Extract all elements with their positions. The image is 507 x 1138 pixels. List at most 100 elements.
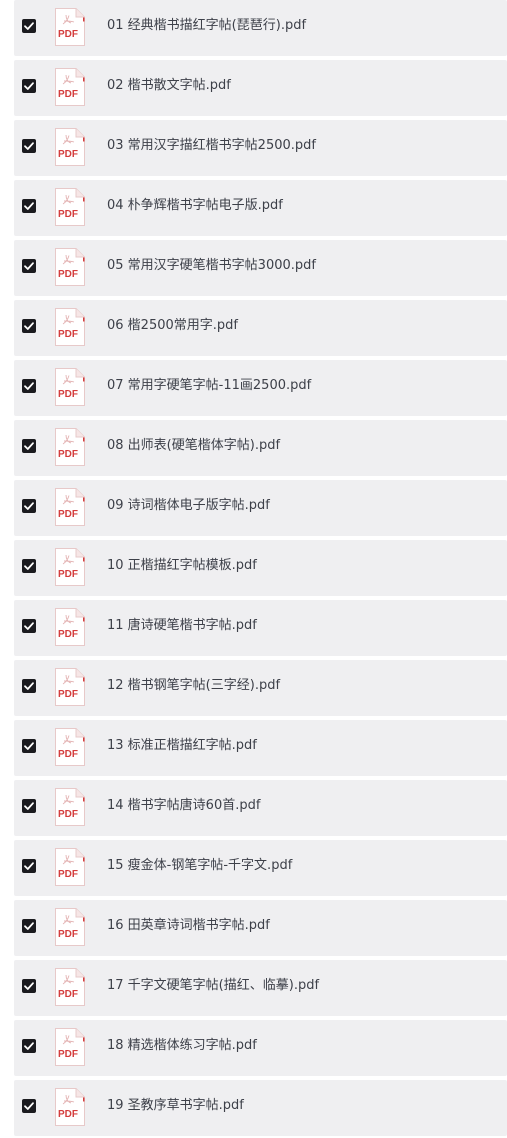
svg-text:PDF: PDF	[58, 689, 78, 700]
file-name: 12 楷书钢笔字帖(三字经).pdf	[107, 678, 281, 693]
file-list-item[interactable]: PDF 17 千字文硬笔字帖(描红、临摹).pdf	[14, 960, 507, 1016]
svg-text:PDF: PDF	[58, 1049, 78, 1060]
file-list-item[interactable]: PDF 16 田英章诗词楷书字帖.pdf	[14, 900, 507, 956]
pdf-file-icon: PDF	[55, 8, 85, 46]
checkbox-checked[interactable]	[22, 379, 36, 393]
checkbox-checked[interactable]	[22, 199, 36, 213]
file-list-item[interactable]: PDF 03 常用汉字描红楷书字帖2500.pdf	[14, 120, 507, 176]
file-list-item[interactable]: PDF 19 圣教序草书字帖.pdf	[14, 1080, 507, 1136]
pdf-file-icon: PDF	[55, 248, 85, 286]
pdf-file-icon: PDF	[55, 668, 85, 706]
svg-text:PDF: PDF	[58, 29, 78, 40]
file-list-item[interactable]: PDF 18 精选楷体练习字帖.pdf	[14, 1020, 507, 1076]
checkbox-checked[interactable]	[22, 439, 36, 453]
pdf-file-icon: PDF	[55, 548, 85, 586]
checkbox-checked[interactable]	[22, 739, 36, 753]
checkmark-icon	[24, 262, 34, 270]
checkbox-checked[interactable]	[22, 559, 36, 573]
pdf-file-icon: PDF	[55, 308, 85, 346]
file-list-item[interactable]: PDF 04 朴争辉楷书字帖电子版.pdf	[14, 180, 507, 236]
file-name: 16 田英章诗词楷书字帖.pdf	[107, 918, 270, 933]
file-name: 04 朴争辉楷书字帖电子版.pdf	[107, 198, 283, 213]
checkmark-icon	[24, 322, 34, 330]
file-name: 10 正楷描红字帖模板.pdf	[107, 558, 257, 573]
checkbox-checked[interactable]	[22, 79, 36, 93]
file-list: PDF 01 经典楷书描红字帖(琵琶行).pdf PDF 02 楷书散文字帖.pdf P…	[0, 0, 507, 1138]
checkbox-checked[interactable]	[22, 1099, 36, 1113]
checkbox-checked[interactable]	[22, 919, 36, 933]
checkmark-icon	[24, 442, 34, 450]
file-name: 01 经典楷书描红字帖(琵琶行).pdf	[107, 18, 307, 33]
checkbox-checked[interactable]	[22, 799, 36, 813]
file-list-item[interactable]: PDF 12 楷书钢笔字帖(三字经).pdf	[14, 660, 507, 716]
svg-text:PDF: PDF	[58, 209, 78, 220]
file-name: 14 楷书字帖唐诗60首.pdf	[107, 798, 261, 813]
svg-text:PDF: PDF	[58, 749, 78, 760]
checkbox-checked[interactable]	[22, 319, 36, 333]
file-list-item[interactable]: PDF 15 瘦金体-钢笔字帖-千字文.pdf	[14, 840, 507, 896]
pdf-file-icon: PDF	[55, 128, 85, 166]
svg-text:PDF: PDF	[58, 569, 78, 580]
file-list-item[interactable]: PDF 07 常用字硬笔字帖-11画2500.pdf	[14, 360, 507, 416]
checkbox-checked[interactable]	[22, 259, 36, 273]
checkmark-icon	[24, 1042, 34, 1050]
file-list-item[interactable]: PDF 10 正楷描红字帖模板.pdf	[14, 540, 507, 596]
pdf-file-icon: PDF	[55, 908, 85, 946]
svg-text:PDF: PDF	[58, 869, 78, 880]
file-list-item[interactable]: PDF 02 楷书散文字帖.pdf	[14, 60, 507, 116]
pdf-file-icon: PDF	[55, 968, 85, 1006]
svg-text:PDF: PDF	[58, 269, 78, 280]
svg-text:PDF: PDF	[58, 929, 78, 940]
svg-text:PDF: PDF	[58, 989, 78, 1000]
checkmark-icon	[24, 502, 34, 510]
checkbox-checked[interactable]	[22, 139, 36, 153]
file-list-item[interactable]: PDF 11 唐诗硬笔楷书字帖.pdf	[14, 600, 507, 656]
file-name: 08 出师表(硬笔楷体字帖).pdf	[107, 438, 281, 453]
svg-text:PDF: PDF	[58, 1109, 78, 1120]
svg-text:PDF: PDF	[58, 389, 78, 400]
file-name: 19 圣教序草书字帖.pdf	[107, 1098, 244, 1113]
svg-text:PDF: PDF	[58, 449, 78, 460]
checkmark-icon	[24, 22, 34, 30]
pdf-file-icon: PDF	[55, 728, 85, 766]
checkmark-icon	[24, 1102, 34, 1110]
file-name: 15 瘦金体-钢笔字帖-千字文.pdf	[107, 858, 293, 873]
pdf-file-icon: PDF	[55, 1088, 85, 1126]
checkmark-icon	[24, 142, 34, 150]
checkbox-checked[interactable]	[22, 859, 36, 873]
svg-text:PDF: PDF	[58, 329, 78, 340]
pdf-file-icon: PDF	[55, 488, 85, 526]
file-list-item[interactable]: PDF 13 标准正楷描红字帖.pdf	[14, 720, 507, 776]
checkbox-checked[interactable]	[22, 679, 36, 693]
checkmark-icon	[24, 862, 34, 870]
svg-text:PDF: PDF	[58, 509, 78, 520]
checkbox-checked[interactable]	[22, 19, 36, 33]
pdf-file-icon: PDF	[55, 848, 85, 886]
file-name: 05 常用汉字硬笔楷书字帖3000.pdf	[107, 258, 316, 273]
file-list-item[interactable]: PDF 08 出师表(硬笔楷体字帖).pdf	[14, 420, 507, 476]
checkbox-checked[interactable]	[22, 619, 36, 633]
file-list-item[interactable]: PDF 05 常用汉字硬笔楷书字帖3000.pdf	[14, 240, 507, 296]
file-name: 11 唐诗硬笔楷书字帖.pdf	[107, 618, 257, 633]
checkbox-checked[interactable]	[22, 499, 36, 513]
checkmark-icon	[24, 622, 34, 630]
file-name: 06 楷2500常用字.pdf	[107, 318, 238, 333]
file-list-item[interactable]: PDF 01 经典楷书描红字帖(琵琶行).pdf	[14, 0, 507, 56]
checkmark-icon	[24, 682, 34, 690]
file-list-item[interactable]: PDF 14 楷书字帖唐诗60首.pdf	[14, 780, 507, 836]
pdf-file-icon: PDF	[55, 188, 85, 226]
pdf-file-icon: PDF	[55, 788, 85, 826]
checkbox-checked[interactable]	[22, 979, 36, 993]
checkmark-icon	[24, 82, 34, 90]
file-list-item[interactable]: PDF 06 楷2500常用字.pdf	[14, 300, 507, 356]
svg-text:PDF: PDF	[58, 149, 78, 160]
checkmark-icon	[24, 742, 34, 750]
pdf-file-icon: PDF	[55, 608, 85, 646]
file-name: 07 常用字硬笔字帖-11画2500.pdf	[107, 378, 312, 393]
pdf-file-icon: PDF	[55, 368, 85, 406]
svg-text:PDF: PDF	[58, 629, 78, 640]
file-list-item[interactable]: PDF 09 诗词楷体电子版字帖.pdf	[14, 480, 507, 536]
checkmark-icon	[24, 562, 34, 570]
checkbox-checked[interactable]	[22, 1039, 36, 1053]
file-name: 18 精选楷体练习字帖.pdf	[107, 1038, 257, 1053]
